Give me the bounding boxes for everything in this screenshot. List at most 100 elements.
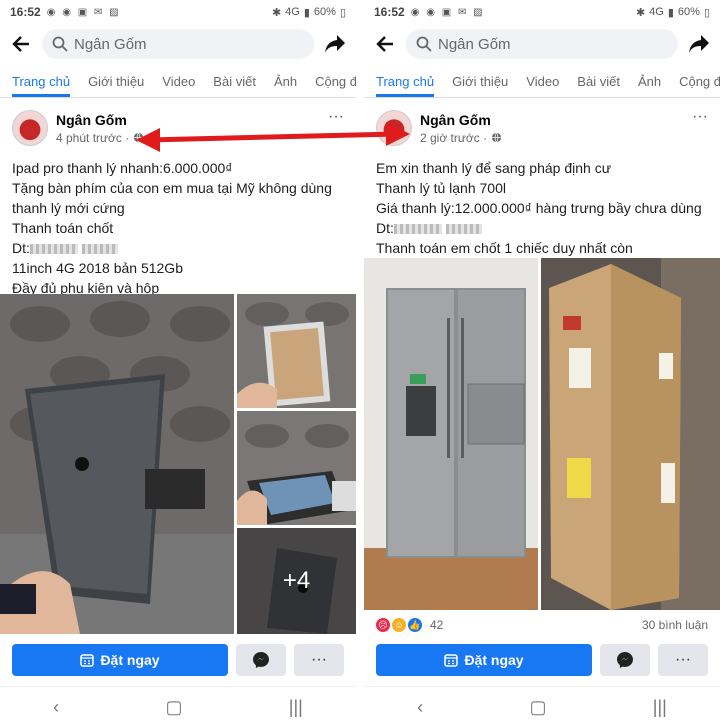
post-header: Ngân Gốm 4 phút trước · ··· bbox=[0, 104, 356, 152]
more-button[interactable]: ··· bbox=[294, 644, 344, 676]
tab-home[interactable]: Trang chủ bbox=[12, 74, 71, 97]
status-time: 16:52 bbox=[10, 5, 41, 19]
post-line: Thanh lý tủ lạnh 700l bbox=[376, 180, 506, 196]
messenger-icon bbox=[253, 652, 269, 668]
nav-home-icon[interactable]: ▢ bbox=[529, 697, 546, 718]
ipad-photo-3[interactable] bbox=[237, 411, 356, 525]
status-right: ✱ 4G ▮ 60% ▯ bbox=[272, 6, 346, 19]
tab-community[interactable]: Cộng đồ bbox=[679, 74, 720, 97]
search-text: Ngân Gốm bbox=[438, 35, 511, 53]
comment-count[interactable]: 30 bình luận bbox=[642, 618, 708, 632]
author-name[interactable]: Ngân Gốm bbox=[420, 112, 502, 128]
top-bar: Ngân Gốm bbox=[0, 24, 356, 64]
phone-label: Dt: bbox=[376, 220, 394, 236]
fridge-box-photo[interactable] bbox=[541, 258, 720, 610]
notification-icons: ◉ ◉ ▣ ✉ ▨ bbox=[46, 6, 121, 18]
author-name[interactable]: Ngân Gốm bbox=[56, 112, 144, 128]
tab-posts[interactable]: Bài viết bbox=[213, 74, 256, 97]
post-line: thanh lý mới cứng bbox=[12, 200, 125, 216]
nav-recents-icon[interactable]: ||| bbox=[289, 697, 303, 718]
calendar-icon bbox=[444, 654, 459, 667]
book-now-button[interactable]: Đặt ngay bbox=[12, 644, 228, 676]
photo-grid: +4 bbox=[0, 294, 356, 634]
post-line-phone: Dt: bbox=[12, 238, 344, 258]
android-nav-bar: ‹ ▢ ||| bbox=[0, 686, 356, 728]
post-line: Giá thanh lý:12.000.000₫ hàng trưng bầy … bbox=[376, 200, 702, 216]
battery-label: 60% bbox=[677, 6, 700, 18]
status-time: 16:52 bbox=[374, 5, 405, 19]
network-label: 4G bbox=[649, 6, 664, 18]
ipad-photo-4[interactable]: +4 bbox=[237, 528, 356, 634]
avatar[interactable] bbox=[12, 110, 48, 146]
messenger-button[interactable] bbox=[600, 644, 650, 676]
tab-home[interactable]: Trang chủ bbox=[376, 74, 435, 97]
nav-back-icon[interactable]: ‹ bbox=[417, 697, 423, 718]
tab-about[interactable]: Giới thiệu bbox=[88, 74, 144, 97]
page-tabs: Trang chủ Giới thiệu Video Bài viết Ảnh … bbox=[0, 64, 356, 98]
nav-back-icon[interactable]: ‹ bbox=[53, 697, 59, 718]
book-now-button[interactable]: Đặt ngay bbox=[376, 644, 592, 676]
battery-icon: ▯ bbox=[703, 6, 710, 19]
tab-video[interactable]: Video bbox=[526, 74, 559, 97]
top-bar: Ngân Gốm bbox=[364, 24, 720, 64]
post-time: 2 giờ trước · bbox=[420, 131, 502, 145]
haha-reaction-icon: ☺ bbox=[392, 618, 406, 632]
avatar[interactable] bbox=[376, 110, 412, 146]
back-arrow-icon[interactable] bbox=[8, 31, 34, 57]
messenger-button[interactable] bbox=[236, 644, 286, 676]
more-photos-overlay[interactable]: +4 bbox=[237, 528, 356, 634]
post-line: Thanh toán chốt bbox=[12, 220, 114, 236]
ipad-photo-main[interactable] bbox=[0, 294, 234, 634]
fridge-photo[interactable] bbox=[364, 258, 538, 610]
share-icon[interactable] bbox=[686, 31, 712, 57]
post-menu-button[interactable]: ··· bbox=[692, 108, 708, 126]
share-icon[interactable] bbox=[322, 31, 348, 57]
phone-screenshot-right: 16:52 ◉ ◉ ▣ ✉ ▨ ✱ 4G ▮ 60% ▯ Ngân Gốm Tr… bbox=[364, 0, 720, 728]
calendar-icon bbox=[80, 654, 95, 667]
back-arrow-icon[interactable] bbox=[372, 31, 398, 57]
reaction-summary[interactable]: ☹ ☺ 👍 42 30 bình luận bbox=[376, 618, 708, 632]
tab-posts[interactable]: Bài viết bbox=[577, 74, 620, 97]
signal-icon: ▮ bbox=[303, 6, 310, 19]
post-line: 11inch 4G 2018 bản 512Gb bbox=[12, 260, 183, 276]
post-line: Tặng bàn phím của con em mua tại Mỹ khôn… bbox=[12, 180, 332, 196]
post-time: 4 phút trước · bbox=[56, 131, 144, 145]
nav-home-icon[interactable]: ▢ bbox=[165, 697, 182, 718]
phone-label: Dt: bbox=[12, 240, 30, 256]
battery-label: 60% bbox=[313, 6, 336, 18]
messenger-icon bbox=[617, 652, 633, 668]
post-menu-button[interactable]: ··· bbox=[328, 108, 344, 126]
angry-reaction-icon: ☹ bbox=[376, 618, 390, 632]
post-line: Ipad pro thanh lý nhanh:6.000.000₫ bbox=[12, 160, 233, 176]
search-input[interactable]: Ngân Gốm bbox=[42, 29, 314, 59]
bluetooth-icon: ✱ bbox=[271, 6, 282, 19]
tab-photos[interactable]: Ảnh bbox=[274, 74, 297, 97]
redacted-phone bbox=[81, 244, 118, 255]
more-button[interactable]: ··· bbox=[658, 644, 708, 676]
notification-icons: ◉ ◉ ▣ ✉ ▨ bbox=[410, 6, 485, 18]
redacted-phone bbox=[445, 224, 482, 235]
tab-about[interactable]: Giới thiệu bbox=[452, 74, 508, 97]
tab-photos[interactable]: Ảnh bbox=[638, 74, 661, 97]
like-reaction-icon: 👍 bbox=[408, 618, 422, 632]
post-text: Em xin thanh lý để sang pháp định cư Tha… bbox=[364, 152, 720, 258]
phone-screenshot-left: 16:52 ◉ ◉ ▣ ✉ ▨ ✱ 4G ▮ 60% ▯ Ngân Gốm Tr… bbox=[0, 0, 356, 728]
search-text: Ngân Gốm bbox=[74, 35, 147, 53]
search-input[interactable]: Ngân Gốm bbox=[406, 29, 678, 59]
action-bar: Đặt ngay ··· bbox=[12, 644, 344, 676]
tab-video[interactable]: Video bbox=[162, 74, 195, 97]
search-icon bbox=[416, 36, 432, 52]
globe-icon bbox=[134, 132, 144, 143]
android-nav-bar: ‹ ▢ ||| bbox=[364, 686, 720, 728]
ipad-photo-2[interactable] bbox=[237, 294, 356, 408]
book-now-label: Đặt ngay bbox=[464, 652, 524, 668]
search-icon bbox=[52, 36, 68, 52]
tab-community[interactable]: Cộng đồ bbox=[315, 74, 356, 97]
signal-icon: ▮ bbox=[667, 6, 674, 19]
page-tabs: Trang chủ Giới thiệu Video Bài viết Ảnh … bbox=[364, 64, 720, 98]
post-text: Ipad pro thanh lý nhanh:6.000.000₫ Tặng … bbox=[0, 152, 356, 298]
post-line: Thanh toán em chốt 1 chiếc duy nhất còn bbox=[376, 240, 633, 256]
action-bar: Đặt ngay ··· bbox=[376, 644, 708, 676]
redacted-phone bbox=[393, 224, 442, 235]
nav-recents-icon[interactable]: ||| bbox=[653, 697, 667, 718]
